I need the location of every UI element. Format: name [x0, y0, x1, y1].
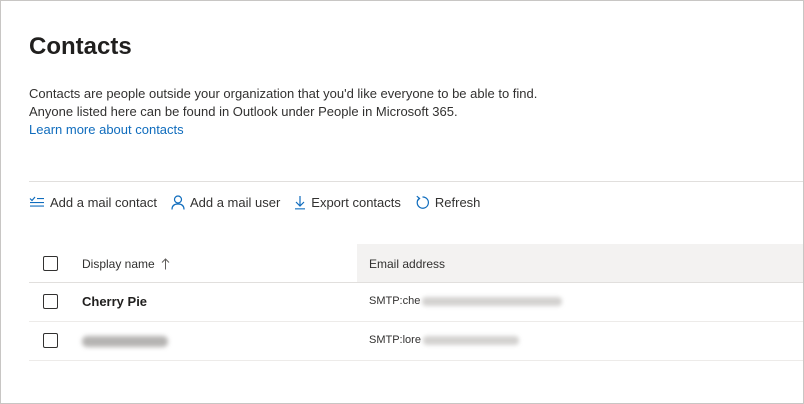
- sort-ascending-icon: [161, 258, 170, 270]
- table-row[interactable]: SMTP:lore: [29, 322, 803, 361]
- description-line-1: Contacts are people outside your organiz…: [29, 86, 538, 101]
- email-prefix: SMTP:che: [369, 295, 421, 307]
- row-checkbox[interactable]: [43, 333, 58, 348]
- refresh-button[interactable]: Refresh: [415, 189, 481, 215]
- add-mail-user-label: Add a mail user: [189, 194, 281, 210]
- display-name-header-label: Display name: [82, 257, 155, 271]
- download-icon: [294, 195, 306, 210]
- learn-more-link[interactable]: Learn more about contacts: [29, 121, 184, 139]
- table-row[interactable]: Cherry Pie SMTP:che: [29, 283, 803, 322]
- row-checkbox[interactable]: [43, 294, 58, 309]
- contacts-page: Contacts Contacts are people outside you…: [0, 0, 804, 404]
- email-address-column-header[interactable]: Email address: [369, 257, 445, 271]
- contact-display-name: Cherry Pie: [82, 294, 148, 309]
- table-header: Display name Email address: [29, 244, 803, 283]
- refresh-label: Refresh: [434, 194, 481, 210]
- email-prefix: SMTP:lore: [369, 334, 421, 346]
- redacted-email: [422, 296, 563, 306]
- section-divider: [29, 181, 803, 182]
- person-icon: [171, 194, 185, 210]
- select-all-checkbox[interactable]: [43, 256, 58, 271]
- page-title: Contacts: [29, 33, 132, 60]
- add-contact-list-icon: [29, 196, 45, 208]
- export-contacts-label: Export contacts: [311, 194, 401, 210]
- redacted-display-name: [82, 336, 168, 347]
- add-mail-contact-button[interactable]: Add a mail contact: [29, 189, 157, 215]
- refresh-icon: [415, 195, 430, 210]
- contact-email-address: SMTP:che: [369, 295, 563, 307]
- contact-email-address: SMTP:lore: [369, 334, 519, 346]
- export-contacts-button[interactable]: Export contacts: [294, 189, 401, 215]
- redacted-email: [422, 335, 519, 345]
- description-line-2: Anyone listed here can be found in Outlo…: [29, 104, 458, 119]
- display-name-column-header[interactable]: Display name: [82, 257, 170, 271]
- page-description: Contacts are people outside your organiz…: [29, 85, 537, 121]
- add-mail-contact-label: Add a mail contact: [50, 194, 157, 210]
- add-mail-user-button[interactable]: Add a mail user: [171, 189, 280, 215]
- command-bar: Add a mail contact Add a mail user Expor…: [29, 189, 494, 215]
